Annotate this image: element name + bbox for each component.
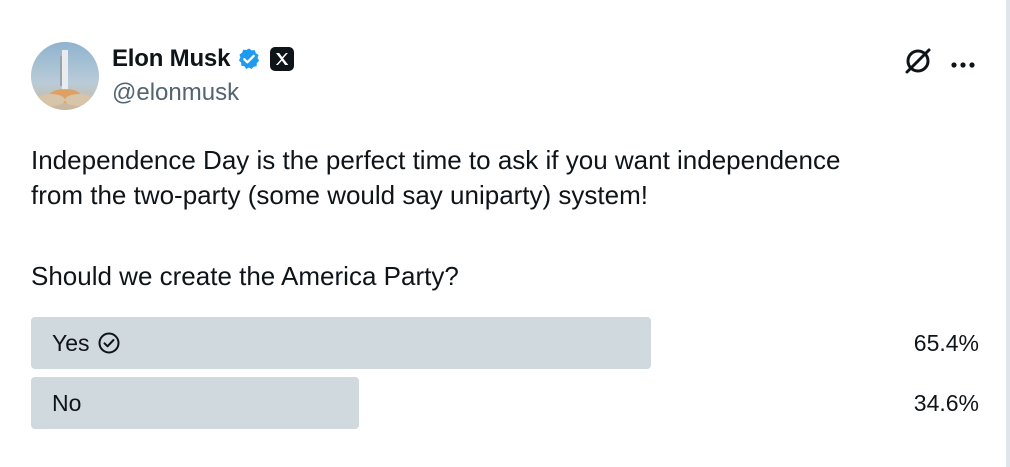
author-name-row: Elon Musk xyxy=(112,42,295,76)
avatar-rocket-launch-icon xyxy=(31,42,99,110)
tweet-card: Elon Musk @elonmusk Independence Day is … xyxy=(0,0,1010,467)
x-logo-icon xyxy=(270,47,295,71)
poll-option-percent: 34.6% xyxy=(913,389,979,416)
verified-badge-icon xyxy=(237,47,261,71)
poll-option-label: Yes xyxy=(52,329,90,356)
poll-option-label: No xyxy=(52,389,82,416)
poll-bar xyxy=(31,317,651,369)
poll-option-no[interactable]: No 34.6% xyxy=(31,377,979,429)
more-icon[interactable] xyxy=(950,56,976,68)
poll-option-label-row: Yes xyxy=(52,317,120,369)
poll-option-yes[interactable]: Yes 65.4% xyxy=(31,317,979,369)
grok-icon[interactable] xyxy=(902,45,934,77)
author-name[interactable]: Elon Musk xyxy=(112,45,230,73)
poll-question: Should we create the America Party? xyxy=(31,261,459,291)
author-handle[interactable]: @elonmusk xyxy=(112,79,239,107)
poll-option-percent: 65.4% xyxy=(913,329,979,356)
tweet-text-line: from the two-party (some would say unipa… xyxy=(31,180,648,210)
tweet-text-line: Independence Day is the perfect time to … xyxy=(31,145,841,175)
poll-option-label-row: No xyxy=(52,377,81,429)
check-circle-icon xyxy=(98,332,120,354)
avatar[interactable] xyxy=(31,42,99,110)
